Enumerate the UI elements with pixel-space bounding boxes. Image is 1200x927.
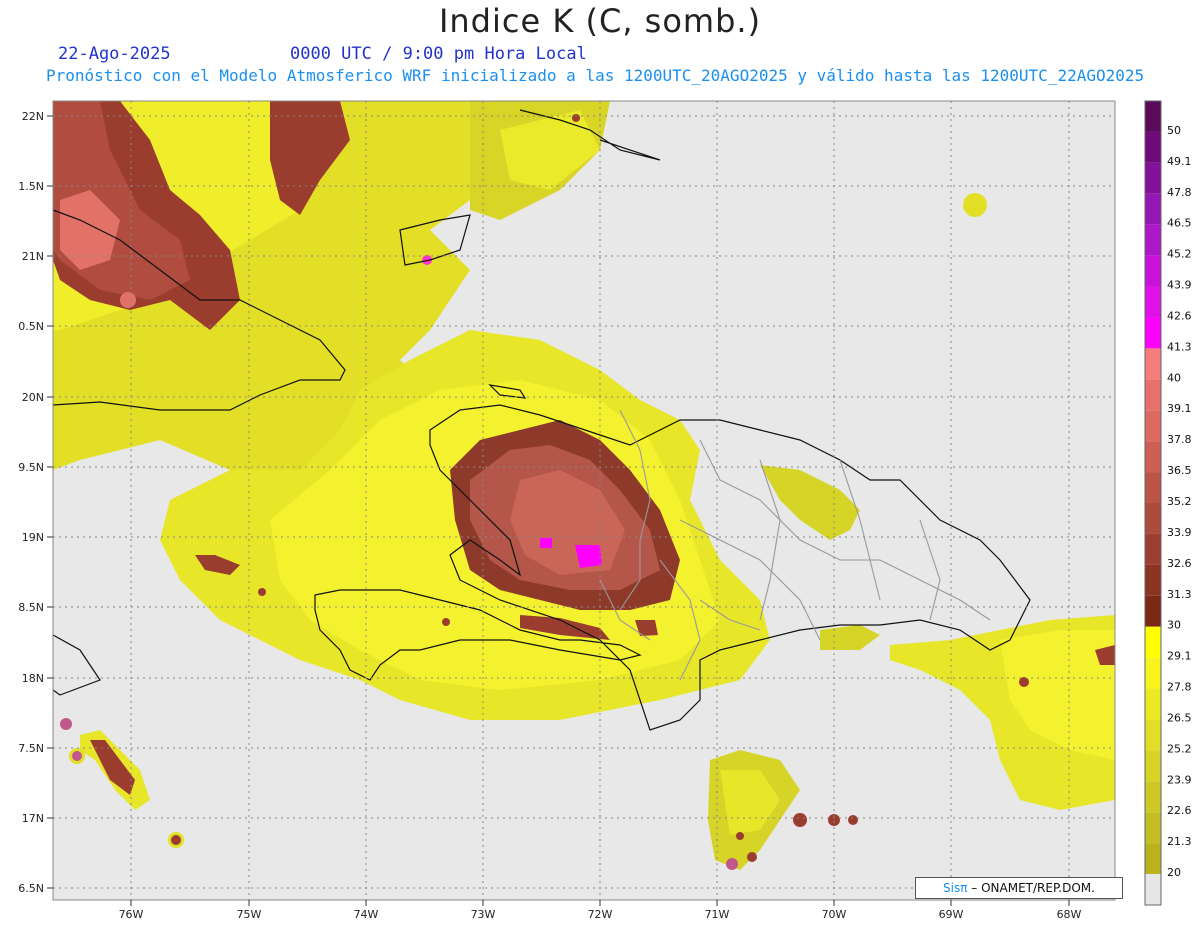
colorbar-label: 23.9 [1167,773,1192,786]
colorbar-swatch [1145,348,1161,380]
colorbar-label: 50 [1167,124,1181,137]
colorbar-swatch [1145,564,1161,596]
lat-label: 19N [22,531,44,544]
colorbar-label: 20 [1167,866,1181,879]
lat-label: 17N [22,812,44,825]
colorbar-swatch [1145,379,1161,411]
lat-label: 9.5N [18,461,44,474]
colorbar-swatch [1145,286,1161,318]
lat-label: 22N [22,110,44,123]
colorbar-swatch [1145,193,1161,225]
colorbar-label: 26.5 [1167,711,1192,724]
colorbar-swatch [1145,781,1161,813]
colorbar-swatch [1145,657,1161,689]
colorbar-label: 45.2 [1167,248,1192,261]
colorbar-swatch [1145,595,1161,627]
colorbar-swatch [1145,131,1161,163]
colorbar-label: 22.6 [1167,804,1192,817]
lon-label: 71W [705,908,730,921]
colorbar-swatch [1145,101,1161,132]
lat-label: 1.5N [18,180,44,193]
longitude-ticks [130,900,1070,906]
colorbar-swatch [1145,626,1161,658]
lon-label: 72W [588,908,613,921]
colorbar-label: 31.3 [1167,588,1192,601]
lon-label: 74W [354,908,379,921]
lon-label: 75W [237,908,262,921]
lat-label: 8.5N [18,601,44,614]
credit-box: Sisπ – ONAMET/REP.DOM. [915,877,1123,899]
credit-org: – ONAMET/REP.DOM. [967,881,1095,895]
colorbar-label: 36.5 [1167,464,1192,477]
colorbar-swatch [1145,812,1161,844]
colorbar-swatch [1145,688,1161,720]
colorbar-swatch [1145,533,1161,565]
colorbar-label: 47.8 [1167,186,1192,199]
colorbar-swatch [1145,503,1161,534]
lat-label: 7.5N [18,742,44,755]
colorbar-label: 27.8 [1167,681,1192,694]
latitude-ticks [47,115,53,889]
colorbar-label: 41.3 [1167,340,1192,353]
colorbar-label: 49.1 [1167,155,1192,168]
colorbar-label: 39.1 [1167,402,1192,415]
colorbar: 50 49.1 47.8 46.5 45.2 43.9 42.6 41.3 40 39.1 37.8… [1144,100,1192,906]
lat-label: 0.5N [18,320,44,333]
colorbar-swatch [1145,224,1161,256]
lat-label: 6.5N [18,882,44,895]
colorbar-swatch [1145,162,1161,194]
colorbar-label: 25.2 [1167,742,1192,755]
colorbar-swatch-below [1145,874,1161,905]
colorbar-swatch [1145,843,1161,875]
lon-label: 68W [1057,908,1082,921]
colorbar-label: 29.1 [1167,650,1192,663]
colorbar-swatch [1145,441,1161,473]
colorbar-swatch [1145,719,1161,751]
colorbar-swatch [1145,750,1161,782]
colorbar-swatch [1145,255,1161,287]
lat-label: 20N [22,391,44,404]
lon-label: 69W [939,908,964,921]
k-index-map: 22N 1.5N 21N 0.5N 20N 9.5N 19N 8.5N 18N … [18,100,1192,921]
colorbar-label: 42.6 [1167,309,1192,322]
colorbar-label: 37.8 [1167,433,1192,446]
colorbar-label: 40 [1167,371,1181,384]
colorbar-label: 35.2 [1167,495,1192,508]
colorbar-swatch [1145,410,1161,442]
credit-brand: Sisπ [943,881,968,895]
colorbar-label: 43.9 [1167,279,1192,292]
colorbar-label: 32.6 [1167,557,1192,570]
lon-label: 76W [119,908,144,921]
colorbar-label: 30 [1167,619,1181,632]
lat-label: 18N [22,672,44,685]
colorbar-label: 46.5 [1167,217,1192,230]
colorbar-swatch [1145,472,1161,503]
colorbar-label: 21.3 [1167,835,1192,848]
colorbar-label: 33.9 [1167,526,1192,539]
lon-label: 73W [471,908,496,921]
lon-label: 70W [822,908,847,921]
lat-label: 21N [22,250,44,263]
colorbar-swatch [1145,317,1161,349]
